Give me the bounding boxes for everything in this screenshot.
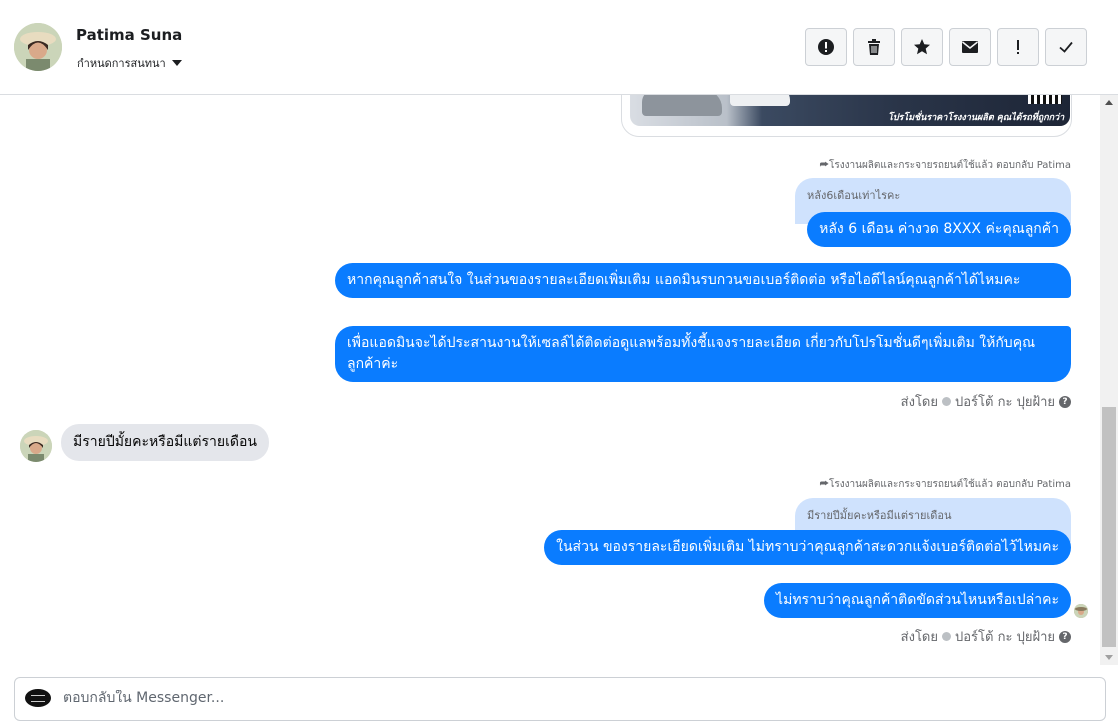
scroll-thumb[interactable] (1102, 407, 1116, 647)
reply-input[interactable] (63, 690, 1063, 706)
page-logo-icon (25, 689, 51, 707)
car-graphic (642, 95, 722, 116)
contact-name[interactable]: Patima Suna (76, 26, 182, 44)
caret-down-icon (171, 60, 182, 66)
verified-dot-icon (942, 632, 951, 641)
outgoing-message[interactable]: หลัง 6 เดือน ค่างวด 8XXX ค่ะคุณลูกค้า (807, 212, 1071, 247)
outgoing-message[interactable]: ในส่วน ของรายละเอียดเพิ่มเติม ไม่ทราบว่า… (544, 530, 1071, 565)
delete-button[interactable] (853, 28, 895, 66)
outgoing-message[interactable]: เพื่อแอดมินจะได้ประสานงานให้เซลล์ได้ติดต… (335, 326, 1071, 382)
follow-up-button[interactable] (997, 28, 1039, 66)
envelope-icon (962, 41, 978, 53)
message-thread[interactable]: โปรโมชั่นราคาโรงงานผลิต คุณได้รถที่ถูกกว… (0, 95, 1100, 665)
image-attachment[interactable]: โปรโมชั่นราคาโรงงานผลิต คุณได้รถที่ถูกกว… (621, 95, 1072, 137)
sent-by-label: ส่งโดย ปอร์โต้ กะ ปุยฝ้าย ? (901, 626, 1071, 647)
spam-button[interactable] (805, 28, 847, 66)
assign-conversation-dropdown[interactable]: กำหนดการสนทนา (77, 54, 182, 72)
sender-name[interactable]: ปอร์โต้ กะ ปุยฝ้าย (955, 391, 1055, 412)
reply-arrow-icon: ⮫ (819, 160, 829, 171)
mark-done-button[interactable] (1045, 28, 1087, 66)
outgoing-message[interactable]: หากคุณลูกค้าสนใจ ในส่วนของรายละเอียดเพิ่… (335, 263, 1071, 298)
help-icon[interactable]: ? (1059, 630, 1071, 643)
scroll-down-arrow-icon[interactable] (1105, 655, 1113, 660)
alert-circle-icon (818, 39, 834, 55)
scroll-up-arrow-icon[interactable] (1105, 100, 1113, 105)
trash-icon (868, 39, 880, 55)
sender-name[interactable]: ปอร์โต้ กะ ปุยฝ้าย (955, 626, 1055, 647)
exclamation-icon (1017, 40, 1019, 54)
seen-avatar (1074, 604, 1088, 618)
sent-by-label: ส่งโดย ปอร์โต้ กะ ปุยฝ้าย ? (901, 391, 1071, 412)
mark-unread-button[interactable] (949, 28, 991, 66)
reply-note: ⮫โรงงานผลิตและกระจายรถยนต์ใช้แล้ว ตอบกลั… (819, 160, 1071, 171)
qr-code (1028, 95, 1062, 104)
reply-note: ⮫โรงงานผลิตและกระจายรถยนต์ใช้แล้ว ตอบกลั… (819, 479, 1071, 490)
outgoing-message[interactable]: ไม่ทราบว่าคุณลูกค้าติดขัดส่วนไหนหรือเปล่… (764, 583, 1071, 618)
reply-arrow-icon: ⮫ (819, 479, 829, 490)
check-icon (1059, 41, 1073, 53)
conversation-toolbar (805, 28, 1087, 66)
incoming-message[interactable]: มีรายปีมั้ยคะหรือมีแต่รายเดือน (61, 424, 269, 461)
assign-label: กำหนดการสนทนา (77, 57, 166, 70)
contact-avatar[interactable] (20, 430, 52, 462)
promo-caption: โปรโมชั่นราคาโรงงานผลิต คุณได้รถที่ถูกกว… (888, 113, 1065, 123)
conversation-header: Patima Suna กำหนดการสนทนา (0, 0, 1118, 95)
message-composer (14, 677, 1106, 721)
verified-dot-icon (942, 397, 951, 406)
scrollbar[interactable] (1100, 95, 1118, 665)
car-graphic (730, 95, 790, 106)
help-icon[interactable]: ? (1059, 395, 1071, 408)
star-icon (914, 39, 930, 55)
star-button[interactable] (901, 28, 943, 66)
promo-image: โปรโมชั่นราคาโรงงานผลิต คุณได้รถที่ถูกกว… (630, 95, 1070, 126)
contact-avatar[interactable] (14, 23, 62, 71)
